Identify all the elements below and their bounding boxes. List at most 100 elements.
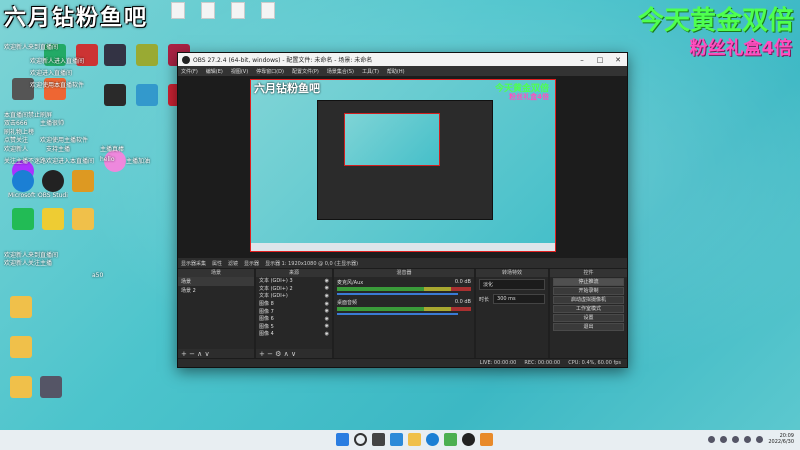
properties-button[interactable]: 属性 (212, 260, 222, 267)
source-label: 图像 4 (259, 331, 274, 338)
live-time: LIVE: 00:00:00 (479, 360, 517, 366)
desktop-app[interactable] (132, 84, 162, 114)
desktop-text: 主播加油 (126, 158, 151, 165)
desktop-text: hello (100, 156, 115, 163)
system-tray: 20:09 2022/6/30 (708, 433, 794, 445)
obs-window[interactable]: OBS 27.2.4 (64-bit, windows) - 配置文件: 未命名… (177, 52, 628, 368)
visibility-eye-icon[interactable]: ◉ (325, 308, 329, 314)
desktop-text: 欢迎新人进入直播间 (30, 58, 85, 65)
rec-time: REC: 00:00:00 (524, 360, 561, 366)
menu-view[interactable]: 视图(V) (231, 68, 248, 75)
close-button[interactable]: ✕ (609, 56, 627, 64)
start-recording-button[interactable]: 开始录制 (553, 287, 624, 295)
app-icon[interactable] (444, 433, 457, 446)
file-explorer-icon[interactable] (408, 433, 421, 446)
desktop-app[interactable] (36, 376, 66, 406)
canvas-title-text: 六月钻粉鱼吧 (254, 82, 320, 95)
source-item[interactable]: 图像 5 ◉ (256, 323, 332, 331)
edge-shortcut[interactable]: Microsoft Edge (8, 170, 38, 200)
desktop-app[interactable] (8, 208, 38, 238)
settings-button[interactable]: 设置 (553, 314, 624, 322)
menu-help[interactable]: 帮助(H) (387, 68, 405, 75)
desktop-file[interactable] (226, 2, 250, 19)
folder[interactable] (6, 296, 36, 326)
edge-icon[interactable] (426, 433, 439, 446)
source-item[interactable]: 图像 7 ◉ (256, 307, 332, 315)
gold-bonus-overlay: 今天黄金双倍 (637, 6, 794, 36)
visibility-eye-icon[interactable]: ◉ (325, 293, 329, 299)
tray-app-icon[interactable] (720, 435, 728, 443)
duration-label: 时长 (479, 296, 490, 303)
volume-slider[interactable] (337, 313, 458, 315)
visibility-eye-icon[interactable]: ◉ (325, 301, 329, 307)
source-item[interactable]: 文本 (GDI+) 2 ◉ (256, 285, 332, 293)
menu-file[interactable]: 文件(F) (181, 68, 198, 75)
desktop-app[interactable] (100, 44, 130, 74)
virtual-camera-button[interactable]: 启动虚拟摄像机 (553, 296, 624, 304)
menu-docks[interactable]: 停靠窗口(D) (256, 68, 284, 75)
preview-canvas[interactable]: 六月钻粉鱼吧 今天黄金双倍 粉丝礼盒4倍 (250, 79, 556, 252)
taskbar-apps (336, 433, 493, 446)
stop-streaming-button[interactable]: 停止推流 (553, 278, 624, 286)
obs-titlebar[interactable]: OBS 27.2.4 (64-bit, windows) - 配置文件: 未命名… (178, 53, 627, 66)
menu-edit[interactable]: 编辑(E) (206, 68, 223, 75)
nested-canvas (344, 113, 440, 166)
maximize-button[interactable]: □ (591, 56, 609, 64)
obs-taskbar-icon[interactable] (462, 433, 475, 446)
source-item[interactable]: 图像 4 ◉ (256, 330, 332, 338)
app-icon[interactable] (480, 433, 493, 446)
visibility-eye-icon[interactable]: ◉ (325, 278, 329, 284)
source-toolbar: 显示器采集 属性 滤镜 显示器 显示器 1: 1920x1080 @ 0,0 (… (178, 257, 627, 268)
scene-item[interactable]: 场景 (178, 277, 254, 286)
desktop-file[interactable] (256, 2, 280, 19)
desktop-app[interactable] (38, 208, 68, 238)
obs-menubar: 文件(F) 编辑(E) 视图(V) 停靠窗口(D) 配置文件(P) 场景集合(S… (178, 66, 627, 76)
app-icon (40, 376, 62, 398)
menu-scene-collection[interactable]: 场景集合(S) (327, 68, 354, 75)
channel-name: 桌面音频 (337, 300, 358, 306)
tray-chevron-icon[interactable] (708, 435, 716, 443)
start-icon[interactable] (336, 433, 349, 446)
desktop-app[interactable] (100, 150, 130, 180)
folder[interactable] (6, 376, 36, 406)
folder[interactable] (6, 336, 36, 366)
duration-input[interactable]: 300 ms (493, 294, 545, 304)
clock[interactable]: 20:09 2022/6/30 (768, 433, 794, 445)
filters-button[interactable]: 滤镜 (228, 260, 238, 267)
desktop-file[interactable] (196, 2, 220, 19)
exit-button[interactable]: 退出 (553, 323, 624, 331)
menu-profile[interactable]: 配置文件(P) (292, 68, 319, 75)
source-item[interactable]: 文本 (GDI+) ◉ (256, 292, 332, 300)
volume-slider[interactable] (337, 293, 458, 295)
obs-preview-area[interactable]: 六月钻粉鱼吧 今天黄金双倍 粉丝礼盒4倍 (178, 76, 627, 283)
network-icon[interactable] (744, 435, 752, 443)
desktop-app[interactable] (132, 44, 162, 74)
visibility-eye-icon[interactable]: ◉ (325, 285, 329, 291)
task-view-icon[interactable] (372, 433, 385, 446)
desktop-file[interactable] (166, 2, 190, 19)
minimize-button[interactable]: – (573, 56, 591, 64)
source-item[interactable]: 文本 (GDI+) 3 ◉ (256, 277, 332, 285)
scene-item[interactable]: 场景 2 (178, 286, 254, 295)
display-select[interactable]: 显示器 1: 1920x1080 @ 0,0 (主显示器) (265, 260, 358, 267)
source-item[interactable]: 图像 6 ◉ (256, 315, 332, 323)
desktop-text: a50 (92, 272, 104, 279)
channel-db: 0.0 dB (454, 279, 471, 285)
mixer-dock: 混音器 麦克风/Aux 0.0 dB 桌面音频 0.0 dB (334, 269, 474, 359)
menu-tools[interactable]: 工具(T) (362, 68, 379, 75)
desktop-text: 支持主播 (46, 146, 71, 153)
desktop-app[interactable] (100, 84, 130, 114)
visibility-eye-icon[interactable]: ◉ (325, 331, 329, 337)
obs-shortcut[interactable]: OBS Studio (38, 170, 68, 200)
volume-icon[interactable] (756, 435, 764, 443)
desktop-app[interactable] (68, 170, 98, 200)
tray-app-icon[interactable] (732, 435, 740, 443)
widgets-icon[interactable] (390, 433, 403, 446)
folder[interactable] (68, 208, 98, 238)
search-icon[interactable] (354, 433, 367, 446)
visibility-eye-icon[interactable]: ◉ (325, 316, 329, 322)
transition-select[interactable]: 淡化 (479, 279, 545, 290)
source-item[interactable]: 图像 8 ◉ (256, 300, 332, 308)
studio-mode-button[interactable]: 工作室模式 (553, 305, 624, 313)
visibility-eye-icon[interactable]: ◉ (325, 323, 329, 329)
